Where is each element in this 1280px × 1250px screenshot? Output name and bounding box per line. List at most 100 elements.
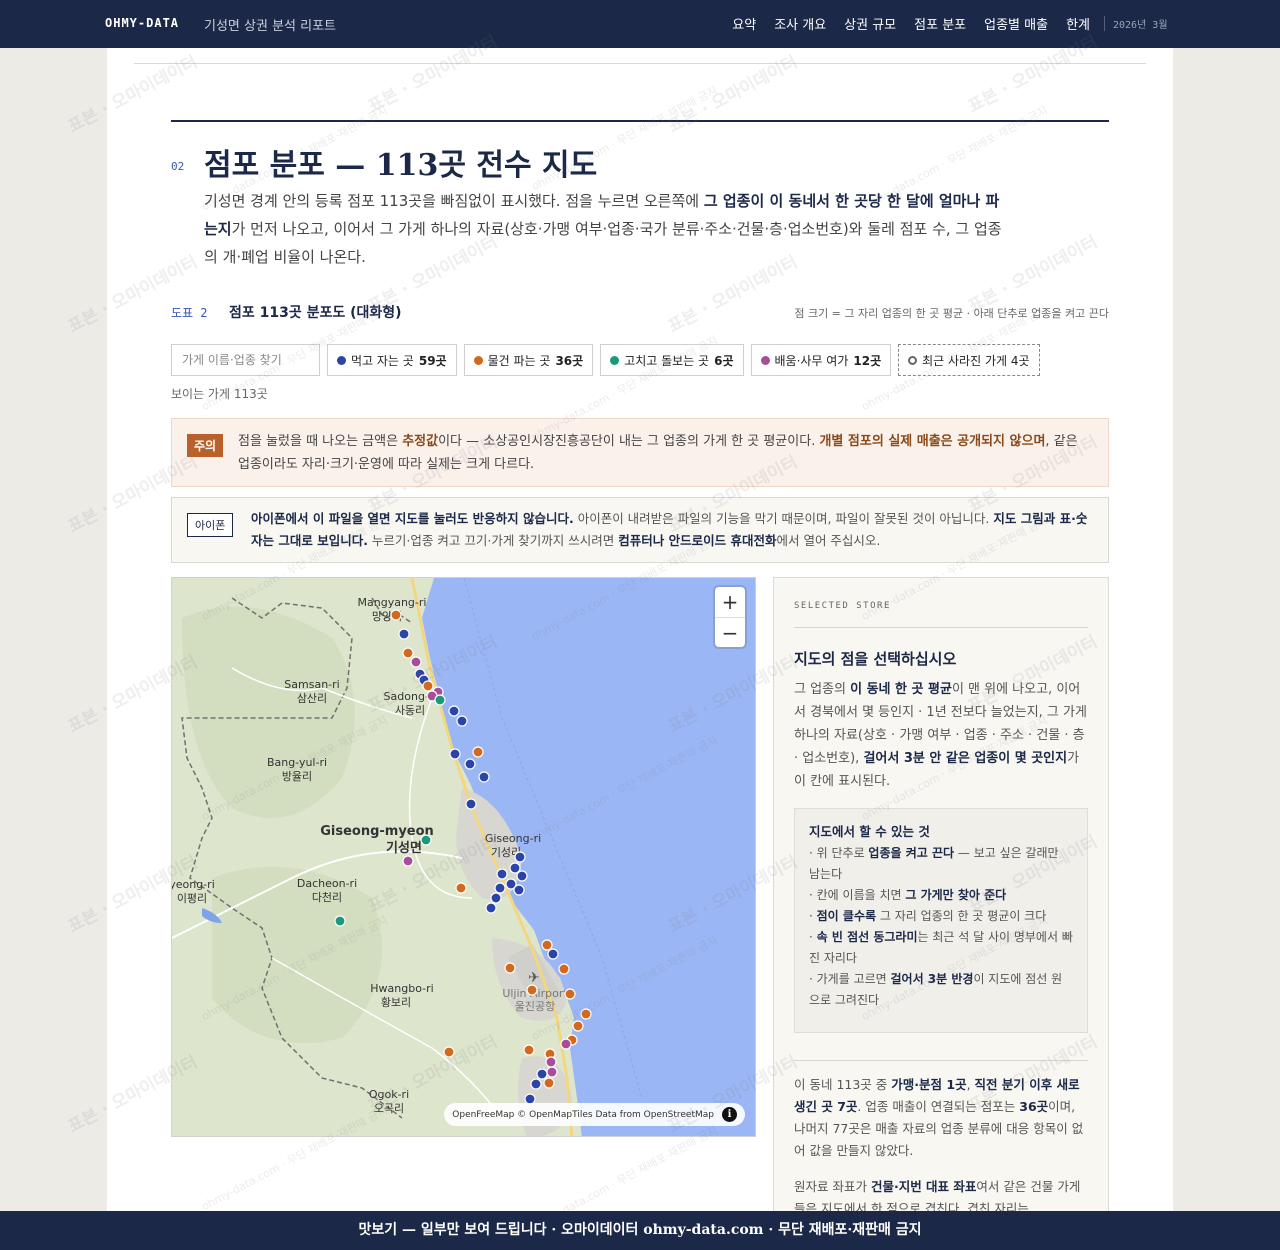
section-lead: 기성면 경계 안의 등록 점포 113곳을 빠짐없이 표시했다. 점을 누르면 … [204, 192, 1002, 266]
svg-text:✈: ✈ [528, 970, 540, 986]
attribution-text[interactable]: OpenFreeMap © OpenMapTiles Data from Ope… [452, 1110, 714, 1120]
section-title: 점포 분포 — 113곳 전수 지도 [204, 148, 598, 183]
selected-store-panel: SELECTED STORE 지도의 점을 선택하십시오 그 업종의 이 동네 … [773, 577, 1109, 1237]
info-icon[interactable]: i [722, 1107, 737, 1122]
iphone-tag: 아이폰 [187, 513, 234, 537]
store-marker [504, 962, 516, 974]
filter-food-lodging[interactable]: 먹고 자는 곳 59곳 [327, 344, 457, 376]
svg-text:Dacheon-ri: Dacheon-ri [297, 877, 357, 890]
store-marker [513, 884, 525, 896]
svg-text:오곡리: 오곡리 [374, 1102, 404, 1115]
store-marker [490, 892, 502, 904]
brand-logo[interactable]: OHMY-DATA [105, 16, 179, 30]
svg-text:이평리: 이평리 [177, 892, 207, 905]
svg-text:울진공항: 울진공항 [515, 1000, 555, 1013]
howto-item: · 가게를 고르면 걸어서 3분 반경이 지도에 점선 원으로 그려진다 [809, 972, 1063, 1007]
store-marker [472, 746, 484, 758]
panel-kicker: SELECTED STORE [794, 601, 891, 611]
store-search-input[interactable] [171, 344, 320, 376]
map-canvas[interactable]: ✈ Mangyang-ri 망양리 Samsan-ri 삼산리 Sadong-r… [172, 578, 756, 1137]
store-marker [496, 868, 508, 880]
svg-text:삼산리: 삼산리 [297, 692, 327, 705]
svg-text:Giseong-ri: Giseong-ri [485, 832, 541, 845]
store-marker [422, 680, 434, 692]
store-marker [564, 988, 576, 1000]
filter-closed-stores[interactable]: 최근 사라진 가게 4곳 [898, 344, 1040, 376]
store-marker [509, 862, 521, 874]
figure-note: 점 크기 = 그 자리 업종의 한 곳 평균 · 아래 단추로 업종을 켜고 끈… [794, 307, 1109, 320]
svg-text:기성면: 기성면 [386, 840, 422, 856]
store-marker [526, 984, 538, 996]
svg-text:Mangyang-ri: Mangyang-ri [358, 596, 427, 609]
store-marker [478, 771, 490, 783]
iphone-text: 아이폰에서 이 파일을 열면 지도를 눌러도 반응하지 않습니다. 아이폰이 내… [251, 511, 1088, 548]
figure-label: 도표 2 [171, 306, 208, 320]
report-date: 2026년 3월 [1104, 16, 1168, 31]
store-marker [410, 656, 422, 668]
store-marker [448, 705, 460, 717]
store-marker [434, 694, 446, 706]
caution-box: 주의 점을 눌렀을 때 나오는 금액은 추정값이다 — 소상공인시장진흥공단이 … [171, 418, 1109, 487]
section-number: 02 [171, 160, 185, 173]
nav-item-overview[interactable]: 조사 개요 [774, 14, 826, 33]
store-marker [560, 1038, 572, 1050]
map-attribution: OpenFreeMap © OpenMapTiles Data from Ope… [444, 1103, 745, 1126]
nav-item-summary[interactable]: 요약 [732, 14, 756, 33]
food-dot-icon [337, 355, 346, 365]
store-marker [514, 851, 526, 863]
svg-text:다천리: 다천리 [312, 890, 342, 904]
panel-store-stats: 이 동네 113곳 중 가맹·분점 1곳, 직전 분기 이후 새로 생긴 곳 7… [794, 1077, 1084, 1158]
filter-retail[interactable]: 물건 파는 곳 36곳 [463, 344, 594, 376]
top-nav: 요약 조사 개요 상권 규모 점포 분포 업종별 매출 한계 [732, 14, 1090, 33]
filter-bar: 먹고 자는 곳59곳 물건 파는 곳36곳 고치고 돌보는 곳6곳 배움·사무 … [171, 344, 1040, 376]
svg-text:Ogok-ri: Ogok-ri [369, 1088, 409, 1101]
nav-item-scale[interactable]: 상권 규모 [844, 14, 896, 33]
store-marker [390, 609, 402, 621]
store-marker [402, 647, 414, 659]
caution-tag: 주의 [187, 434, 224, 457]
store-marker [530, 1078, 542, 1090]
filter-repair-care[interactable]: 고치고 돌보는 곳 6곳 [600, 344, 744, 376]
svg-text:yeong-ri: yeong-ri [172, 878, 215, 891]
store-map[interactable]: ✈ Mangyang-ri 망양리 Samsan-ri 삼산리 Sadong-r… [171, 577, 756, 1137]
zoom-in-button[interactable]: + [715, 587, 745, 617]
panel-description: 그 업종의 이 동네 한 곳 평균이 맨 위에 나오고, 이어서 경북에서 몇 … [794, 682, 1087, 789]
store-marker [449, 748, 461, 760]
store-marker [485, 902, 497, 914]
report-subtitle: 기성면 상권 분석 리포트 [204, 19, 336, 34]
store-marker [543, 1077, 555, 1089]
store-marker [547, 948, 559, 960]
store-marker [545, 1056, 557, 1068]
section-rule [171, 120, 1109, 122]
store-marker [334, 915, 346, 927]
howto-item: · 점이 클수록 그 자리 업종의 한 곳 평균이 크다 [809, 909, 1047, 923]
store-marker [402, 855, 414, 867]
preview-banner: 맛보기 — 일부만 보여 드립니다 · 오마이데이터 ohmy-data.com… [0, 1211, 1280, 1250]
panel-title: 지도의 점을 선택하십시오 [794, 650, 957, 668]
nav-item-sales[interactable]: 업종별 매출 [984, 14, 1048, 33]
howto-item: · 칸에 이름을 치면 그 가게만 찾아 준다 [809, 888, 1007, 902]
filter-office-leisure[interactable]: 배움·사무 여가 12곳 [750, 344, 892, 376]
store-marker [516, 870, 528, 882]
svg-text:사동리: 사동리 [395, 704, 425, 717]
office-dot-icon [760, 355, 770, 365]
figure-title: 점포 113곳 분포도 (대화형) [229, 305, 402, 321]
store-marker [546, 1066, 558, 1078]
zoom-control: + − [715, 587, 745, 647]
howto-item: · 속 빈 점선 동그라미는 최근 석 달 사이 명부에서 빠진 자리다 [809, 930, 1073, 965]
zoom-out-button[interactable]: − [715, 617, 745, 647]
hollow-ring-icon [908, 355, 918, 365]
nav-item-distribution[interactable]: 점포 분포 [914, 14, 966, 33]
svg-text:방율리: 방율리 [282, 770, 312, 783]
store-marker [420, 834, 432, 846]
svg-text:Bang-yul-ri: Bang-yul-ri [267, 756, 327, 769]
nav-item-limits[interactable]: 한계 [1066, 14, 1090, 33]
store-marker [572, 1020, 584, 1032]
retail-dot-icon [473, 355, 483, 365]
repair-dot-icon [610, 355, 620, 365]
svg-text:Samsan-ri: Samsan-ri [284, 678, 339, 691]
store-marker [465, 798, 477, 810]
store-marker [536, 1068, 548, 1080]
store-marker [398, 628, 410, 640]
map-howto-box: 지도에서 할 수 있는 것 · 위 단추로 업종을 켜고 끈다 — 보고 싶은 … [794, 808, 1088, 1033]
